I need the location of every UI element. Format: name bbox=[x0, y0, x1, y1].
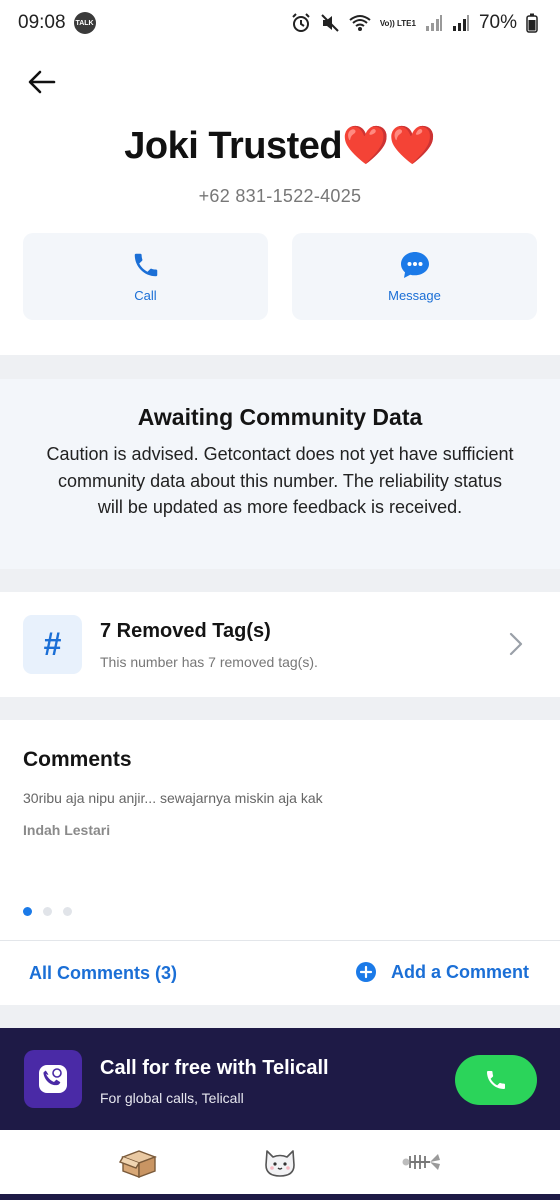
section-divider bbox=[0, 1005, 560, 1028]
status-time: 09:08 bbox=[18, 12, 66, 33]
add-comment-button[interactable]: Add a Comment bbox=[355, 961, 529, 983]
carousel-indicator bbox=[23, 907, 72, 916]
section-divider bbox=[0, 697, 560, 720]
battery-icon bbox=[526, 13, 538, 33]
cat-face-icon bbox=[265, 1150, 295, 1177]
back-button[interactable] bbox=[22, 62, 62, 102]
message-label: Message bbox=[388, 288, 441, 303]
carousel-dot[interactable] bbox=[43, 907, 52, 916]
telicall-promo-banner[interactable]: Call for free with Telicall For global c… bbox=[0, 1028, 560, 1130]
all-comments-link[interactable]: All Comments (3) bbox=[29, 963, 177, 984]
call-button[interactable]: Call bbox=[23, 233, 268, 320]
comment-text: 30ribu aja nipu anjir... sewajarnya misk… bbox=[23, 790, 323, 806]
call-label: Call bbox=[134, 288, 157, 303]
nav-box-tab[interactable] bbox=[109, 1137, 169, 1187]
nav-fish-tab[interactable] bbox=[391, 1137, 451, 1187]
section-divider bbox=[0, 569, 560, 592]
comment-author: Indah Lestari bbox=[23, 822, 111, 838]
mute-icon bbox=[321, 14, 339, 32]
phone-icon bbox=[487, 1071, 505, 1089]
carousel-dot-active[interactable] bbox=[23, 907, 32, 916]
divider bbox=[0, 940, 560, 941]
plus-circle-icon bbox=[356, 962, 376, 982]
telicall-call-button[interactable] bbox=[455, 1055, 537, 1105]
removed-tags-row[interactable]: # 7 Removed Tag(s) This number has 7 rem… bbox=[0, 592, 560, 697]
arrow-left-icon bbox=[28, 70, 56, 94]
status-right: Vo)) LTE1 70% bbox=[291, 12, 538, 34]
promo-title: Call for free with Telicall bbox=[100, 1057, 329, 1079]
section-divider bbox=[0, 355, 560, 379]
community-title: Awaiting Community Data bbox=[137, 404, 423, 430]
nav-cat-tab[interactable] bbox=[250, 1137, 310, 1187]
signal-icon-2 bbox=[452, 15, 469, 31]
add-comment-label: Add a Comment bbox=[391, 961, 530, 982]
battery-percent: 70% bbox=[478, 12, 517, 33]
contact-phone: +62 831-1522-4025 bbox=[198, 186, 362, 206]
phone-icon bbox=[134, 253, 157, 277]
bottom-navigation bbox=[0, 1130, 560, 1194]
tags-title: 7 Removed Tag(s) bbox=[100, 620, 271, 642]
community-data-panel: Awaiting Community Data Caution is advis… bbox=[0, 379, 560, 569]
box-icon bbox=[118, 1150, 157, 1179]
chat-bubble-icon bbox=[400, 252, 429, 278]
hashtag-icon: # bbox=[23, 615, 82, 674]
chevron-right-icon bbox=[509, 632, 523, 656]
community-description: Caution is advised. Getcontact does not … bbox=[46, 444, 514, 517]
promo-subtitle: For global calls, Telicall bbox=[100, 1090, 244, 1106]
system-nav-strip bbox=[0, 1194, 560, 1200]
signal-icon bbox=[425, 15, 442, 31]
wifi-icon bbox=[349, 15, 371, 31]
contact-name-text: Joki Trusted bbox=[124, 125, 343, 167]
carousel-dot[interactable] bbox=[63, 907, 72, 916]
message-button[interactable]: Message bbox=[292, 233, 537, 320]
network-type: Vo)) LTE1 bbox=[379, 18, 416, 28]
telicall-logo-icon bbox=[24, 1050, 82, 1108]
status-bar: 09:08 TALK Vo)) LTE1 70% bbox=[0, 0, 560, 46]
status-left: 09:08 TALK bbox=[18, 12, 96, 34]
talk-badge-icon: TALK bbox=[73, 12, 96, 34]
tags-subtitle: This number has 7 removed tag(s). bbox=[100, 654, 318, 670]
comments-panel: Comments 30ribu aja nipu anjir... sewaja… bbox=[0, 720, 560, 1005]
fish-bone-icon bbox=[402, 1154, 441, 1170]
hearts-emoji: ❤️❤️ bbox=[342, 125, 436, 167]
comments-heading: Comments bbox=[23, 748, 132, 771]
contact-name: Joki Trusted❤️❤️ bbox=[0, 124, 560, 168]
alarm-icon bbox=[292, 13, 310, 32]
